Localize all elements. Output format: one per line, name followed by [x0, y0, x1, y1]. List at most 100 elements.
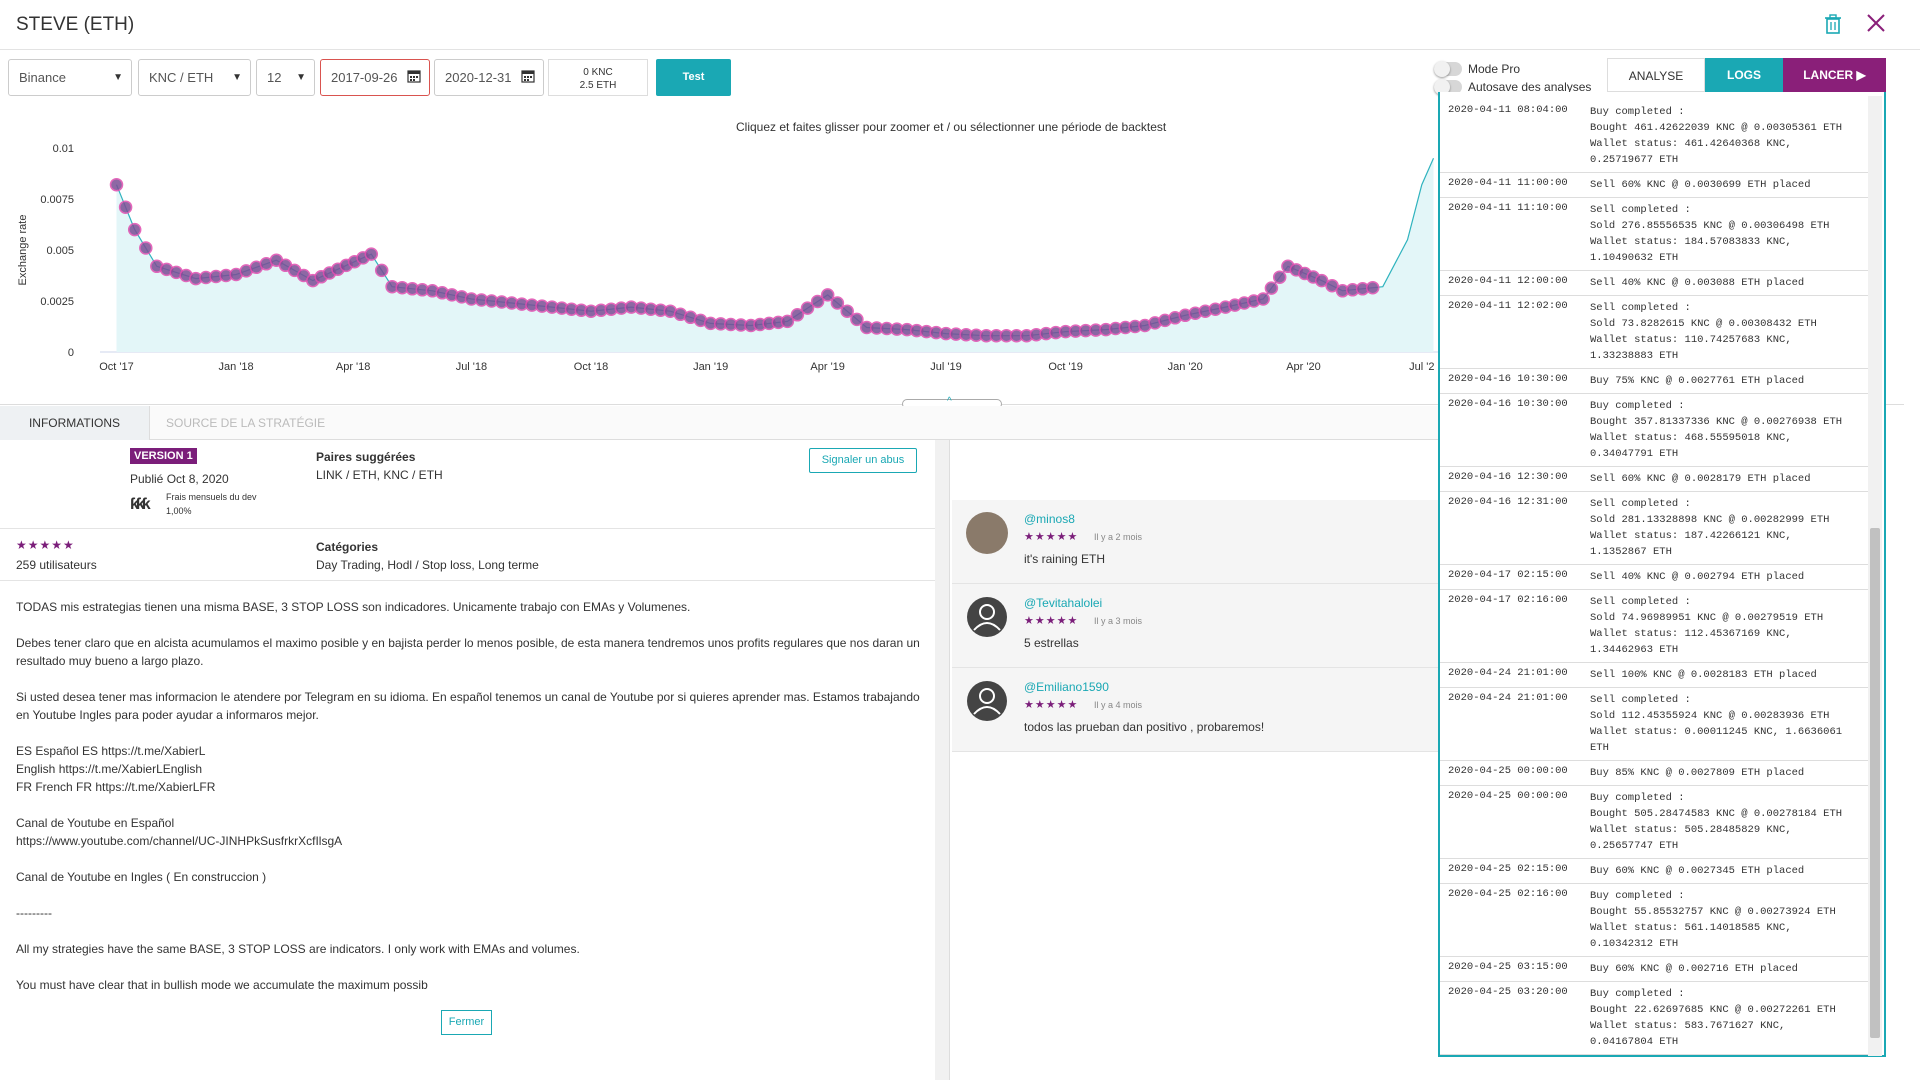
trade-marker[interactable]: [850, 312, 864, 327]
trade-marker[interactable]: [1272, 270, 1287, 284]
pair-select[interactable]: KNC / ETH ▼: [138, 59, 251, 96]
categories[interactable]: Day Trading, Hodl / Stop loss, Long term…: [316, 558, 539, 572]
log-message: Sell 40% KNC @ 0.003088 ETH placed: [1590, 277, 1805, 289]
logs-list: 2020-04-11 08:04:00 Buy completed : Bough…: [1440, 100, 1870, 1055]
x-tick-label: Apr '18: [336, 361, 371, 373]
log-timestamp: 2020-04-25 03:15:00: [1448, 961, 1568, 973]
log-entry: 2020-04-11 11:10:00 Sell completed : Sold…: [1440, 198, 1870, 271]
comment-user[interactable]: @Emiliano1590: [1024, 680, 1109, 694]
rating-stars: ★★★★★: [1024, 615, 1079, 627]
rating-stars: ★★★★★: [1024, 699, 1079, 711]
description-line: https://www.youtube.com/channel/UC-JINHP…: [16, 834, 343, 848]
mode-pro-toggle[interactable]: [1434, 61, 1462, 77]
log-entry: 2020-04-16 12:31:00 Sell completed : Sold…: [1440, 492, 1870, 565]
trade-marker[interactable]: [1365, 280, 1380, 295]
log-entry: 2020-04-11 12:02:00 Sell completed : Sold…: [1440, 296, 1870, 369]
description-line: Canal de Youtube en Español: [16, 816, 175, 830]
log-timestamp: 2020-04-16 10:30:00: [1448, 398, 1568, 410]
test-button[interactable]: Test: [656, 59, 731, 96]
trade-marker[interactable]: [1256, 292, 1270, 306]
log-entry: 2020-04-11 08:04:00 Buy completed : Bough…: [1440, 100, 1870, 173]
y-tick-label: 0.005: [46, 245, 74, 257]
avatar: [966, 512, 1008, 554]
trade-marker[interactable]: [127, 222, 142, 237]
suggested-pairs-label: Paires suggérées: [316, 450, 416, 464]
header-bar: STEVE (ETH): [0, 0, 1920, 50]
tab-strategy-source[interactable]: SOURCE DE LA STRATÉGIE: [150, 406, 341, 440]
x-tick-label: Oct '17: [99, 361, 134, 373]
log-message: Buy completed : Bought 357.81337336 KNC …: [1590, 400, 1843, 460]
log-timestamp: 2020-04-25 02:16:00: [1448, 888, 1568, 900]
description-line: All my strategies have the same BASE, 3 …: [16, 942, 580, 956]
log-timestamp: 2020-04-11 11:10:00: [1448, 202, 1568, 214]
x-tick-label: Jan '19: [693, 361, 728, 373]
comment-user[interactable]: @minos8: [1024, 512, 1075, 526]
price-chart[interactable]: 0 0.0025 0.005 0.0075 0.01 Exchange rate Oct '…: [0, 130, 1440, 380]
end-date-field[interactable]: 2020-12-31: [434, 59, 544, 96]
trade-marker[interactable]: [374, 263, 389, 278]
calendar-icon: [407, 70, 421, 83]
description-line: Si usted desea tener mas informacion le …: [16, 690, 920, 704]
launch-button[interactable]: LANCER ▶: [1783, 58, 1886, 92]
report-abuse-button[interactable]: Signaler un abus: [809, 448, 917, 473]
page-scrollbar[interactable]: [1904, 50, 1920, 1080]
trade-marker[interactable]: [118, 200, 133, 214]
description-line: ---------: [16, 906, 52, 920]
comment-time: Il y a 2 mois: [1094, 532, 1143, 542]
scrollbar[interactable]: [935, 440, 949, 1080]
log-entry: 2020-04-11 12:00:00 Sell 40% KNC @ 0.0030…: [1440, 271, 1870, 296]
comment-text: 5 estrellas: [1024, 636, 1079, 650]
log-timestamp: 2020-04-16 12:31:00: [1448, 496, 1568, 508]
description-line: Debes tener claro que en alcista acumula…: [16, 636, 920, 650]
tab-informations[interactable]: INFORMATIONS: [0, 406, 150, 440]
log-timestamp: 2020-04-11 12:00:00: [1448, 275, 1568, 287]
log-timestamp: 2020-04-25 00:00:00: [1448, 790, 1568, 802]
log-message: Sell 40% KNC @ 0.002794 ETH placed: [1590, 571, 1805, 583]
trade-marker[interactable]: [1264, 281, 1279, 295]
log-message: Sell completed : Sold 281.13328898 KNC @…: [1590, 498, 1830, 558]
log-entry: 2020-04-24 21:01:00 Sell 100% KNC @ 0.002…: [1440, 663, 1870, 688]
log-entry: 2020-04-25 02:15:00 Buy 60% KNC @ 0.00273…: [1440, 859, 1870, 884]
description-line: ES Español ES https://t.me/XabierL: [16, 744, 206, 758]
x-tick-label: Jan '20: [1168, 361, 1203, 373]
log-message: Sell 60% KNC @ 0.0030699 ETH placed: [1590, 179, 1811, 191]
wallet-box: 0 KNC 2.5 ETH: [548, 59, 648, 96]
trade-marker[interactable]: [364, 247, 379, 261]
pair-value: KNC / ETH: [149, 70, 214, 85]
log-timestamp: 2020-04-25 02:15:00: [1448, 863, 1568, 875]
comment-time: Il y a 4 mois: [1094, 700, 1143, 710]
log-message: Sell 100% KNC @ 0.0028183 ETH placed: [1590, 669, 1817, 681]
log-message: Sell completed : Sold 112.45355924 KNC @…: [1590, 694, 1843, 754]
interval-select[interactable]: 12 ▼: [256, 59, 315, 96]
close-icon[interactable]: [1866, 13, 1886, 33]
start-date-field[interactable]: 2017-09-26: [320, 59, 430, 96]
trade-marker[interactable]: [109, 177, 124, 192]
log-entry: 2020-04-25 02:16:00 Buy completed : Bough…: [1440, 884, 1870, 957]
tab-analyse[interactable]: ANALYSE: [1607, 58, 1705, 92]
x-tick-label: Jul '19: [930, 361, 961, 373]
comment-text: todos las prueban dan positivo , probare…: [1024, 720, 1265, 734]
description-line: Canal de Youtube en Ingles ( En construc…: [16, 870, 267, 884]
trade-marker[interactable]: [840, 304, 854, 318]
x-tick-label: Jan '18: [219, 361, 254, 373]
log-message: Buy completed : Bought 505.28474583 KNC …: [1590, 792, 1843, 852]
description-line: resultado muy bueno a largo plazo.: [16, 654, 204, 668]
trade-marker[interactable]: [139, 241, 153, 255]
comment-user[interactable]: @Tevitahalolei: [1024, 596, 1102, 610]
close-description-button[interactable]: Fermer: [441, 1010, 492, 1035]
exchange-select[interactable]: Binance ▼: [8, 59, 132, 96]
tab-logs[interactable]: LOGS: [1705, 58, 1783, 92]
rating-stars: ★★★★★: [1024, 531, 1079, 543]
log-timestamp: 2020-04-17 02:15:00: [1448, 569, 1568, 581]
description-line: TODAS mis estrategias tienen una misma B…: [16, 600, 691, 614]
start-date-value: 2017-09-26: [331, 70, 398, 85]
log-message: Sell 60% KNC @ 0.0028179 ETH placed: [1590, 473, 1811, 485]
suggested-pairs[interactable]: LINK / ETH, KNC / ETH: [316, 468, 443, 482]
trash-icon[interactable]: [1823, 13, 1843, 35]
log-message: Sell completed : Sold 74.96989951 KNC @ …: [1590, 596, 1824, 656]
y-tick-label: 0.01: [53, 143, 74, 155]
scrollbar-thumb[interactable]: [1870, 528, 1880, 1038]
trade-marker[interactable]: [830, 296, 845, 310]
end-date-value: 2020-12-31: [445, 70, 512, 85]
fees-label: Frais mensuels du dev: [166, 492, 257, 502]
